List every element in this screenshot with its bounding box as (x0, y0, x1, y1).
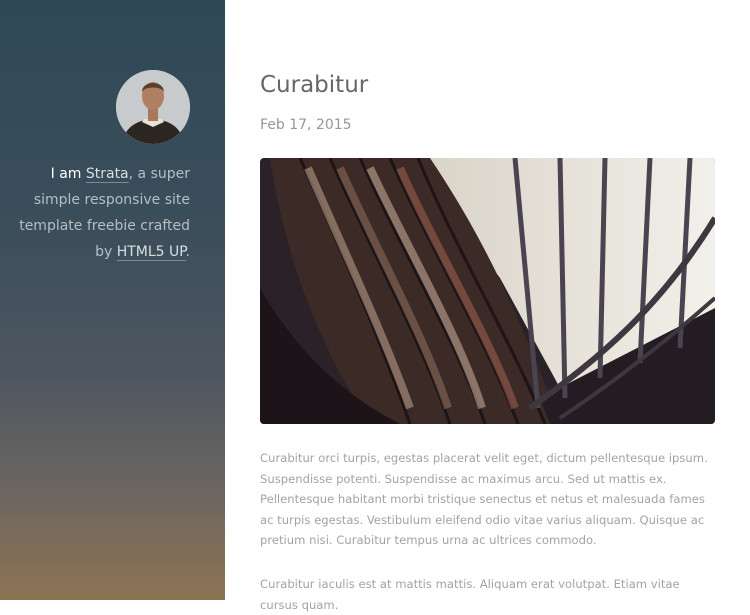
post-image[interactable] (260, 158, 715, 424)
post-paragraph: Curabitur iaculis est at mattis mattis. … (260, 577, 680, 612)
sidebar: I am Strata, a super simple responsive s… (0, 0, 225, 600)
avatar[interactable] (116, 70, 190, 144)
library-photo (260, 158, 715, 424)
post-title: Curabitur (260, 72, 369, 98)
post-date: Feb 17, 2015 (260, 117, 352, 133)
name-link[interactable]: Strata (85, 166, 129, 183)
post-paragraph: Curabitur orci turpis, egestas placerat … (260, 451, 708, 548)
intro-suffix: . (185, 244, 190, 260)
intro-text: I am Strata, a super simple responsive s… (0, 161, 190, 265)
author-link[interactable]: HTML5 UP (116, 244, 186, 261)
avatar-photo (116, 70, 190, 144)
intro-prefix: I am (50, 166, 82, 182)
